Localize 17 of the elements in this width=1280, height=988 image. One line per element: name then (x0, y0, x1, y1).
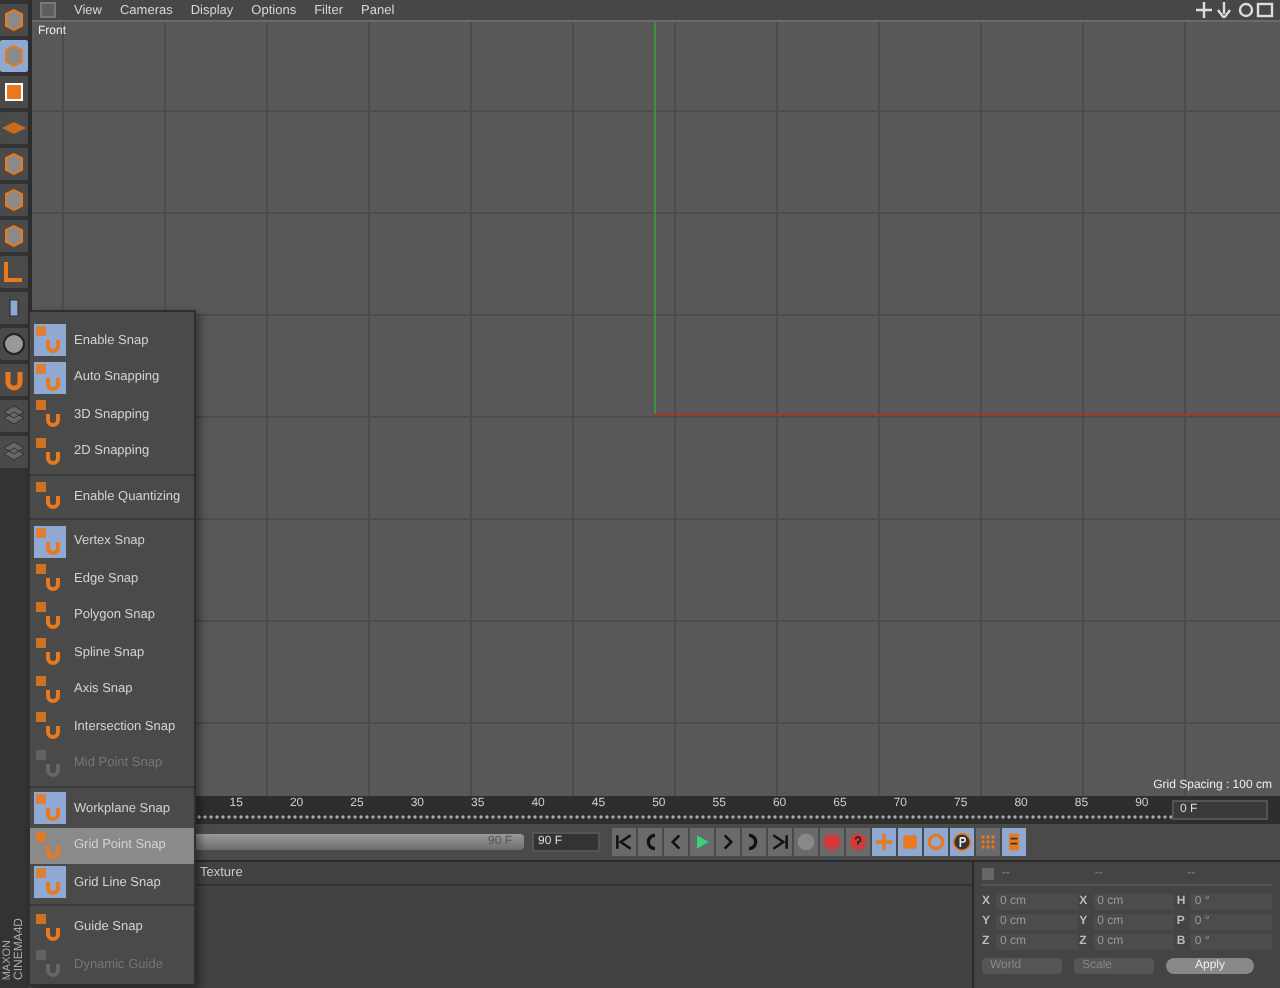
film-strip-icon[interactable] (1002, 828, 1026, 856)
navigation-icons[interactable] (1196, 2, 1276, 18)
go-to-end-icon[interactable] (768, 828, 792, 856)
parameter-icon[interactable] (950, 828, 974, 856)
previous-key-icon[interactable] (638, 828, 662, 856)
next-frame-icon[interactable] (716, 828, 740, 856)
tool-icon[interactable] (0, 292, 28, 324)
panel-toggle-icon[interactable] (40, 2, 56, 18)
tool-icon[interactable] (0, 76, 28, 108)
dots-grid-icon[interactable] (976, 828, 1000, 856)
checkbox[interactable] (982, 868, 994, 880)
tool-icon[interactable] (0, 328, 28, 360)
next-key-icon[interactable] (742, 828, 766, 856)
previous-frame-icon[interactable] (664, 828, 688, 856)
play-icon[interactable] (690, 828, 714, 856)
go-to-start-icon[interactable] (612, 828, 636, 856)
help-icon[interactable] (846, 828, 870, 856)
